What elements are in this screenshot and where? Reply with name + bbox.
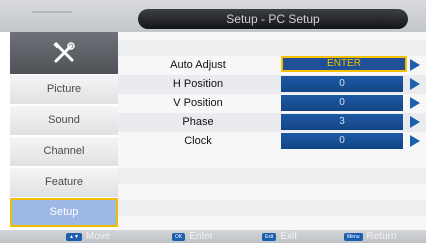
hint-label: Move (85, 231, 111, 242)
sidebar-menu: Picture Sound Channel Feature Setup (10, 32, 118, 230)
updown-key-icon: ▲▼ (66, 232, 82, 241)
setting-row-clock[interactable]: Clock 0 (118, 132, 426, 151)
divider (118, 200, 426, 216)
setting-row-h-position[interactable]: H Position 0 (118, 75, 426, 94)
setting-label: H Position (172, 78, 224, 90)
hint-enter: OK Enter (172, 230, 213, 243)
divider (118, 168, 426, 184)
setting-value[interactable]: ENTER (281, 56, 407, 72)
hint-exit: Exit Exit (262, 230, 297, 243)
arrow-right-icon[interactable] (410, 78, 420, 90)
footer-hint-bar: ▲▼ Move OK Enter Exit Exit Menu Return (0, 230, 426, 243)
arrow-right-icon[interactable] (410, 116, 420, 128)
hint-move: ▲▼ Move (66, 230, 110, 243)
setting-label: V Position (173, 97, 223, 109)
setting-row-phase[interactable]: Phase 3 (118, 113, 426, 132)
setting-value[interactable]: 3 (281, 114, 403, 130)
sidebar-item-channel[interactable]: Channel (10, 136, 118, 166)
hint-return: Menu Return (344, 230, 397, 243)
sidebar-item-picture[interactable]: Picture (10, 74, 118, 104)
setting-label: Clock (184, 135, 212, 147)
setting-row-v-position[interactable]: V Position 0 (118, 94, 426, 113)
hint-label: Exit (280, 231, 298, 242)
setting-value[interactable]: 0 (281, 76, 403, 92)
setting-label: Phase (182, 116, 214, 128)
exit-key-icon: Exit (262, 232, 277, 241)
divider (118, 40, 426, 56)
setting-value[interactable]: 0 (281, 95, 403, 111)
setting-row-auto-adjust[interactable]: Auto Adjust ENTER (118, 56, 426, 75)
top-bar: Setup - PC Setup (0, 0, 426, 32)
sidebar-item-setup[interactable]: Setup (10, 198, 118, 227)
page-title: Setup - PC Setup (138, 9, 408, 29)
sidebar-item-feature[interactable]: Feature (10, 167, 118, 197)
setting-label: Auto Adjust (170, 59, 226, 71)
menu-key-icon: Menu (344, 232, 363, 241)
brand-slot (32, 11, 72, 13)
hint-label: Return (366, 231, 397, 242)
arrow-right-icon[interactable] (410, 97, 420, 109)
sidebar-item-sound[interactable]: Sound (10, 105, 118, 135)
settings-panel: Auto Adjust ENTER H Position 0 V Positio… (118, 32, 426, 230)
arrow-right-icon[interactable] (410, 59, 420, 71)
setting-value[interactable]: 0 (281, 133, 403, 149)
hint-label: Enter (189, 231, 214, 242)
ok-key-icon: OK (172, 232, 186, 241)
tools-icon (53, 41, 75, 63)
category-icon-panel (10, 32, 118, 74)
arrow-right-icon[interactable] (410, 135, 420, 147)
